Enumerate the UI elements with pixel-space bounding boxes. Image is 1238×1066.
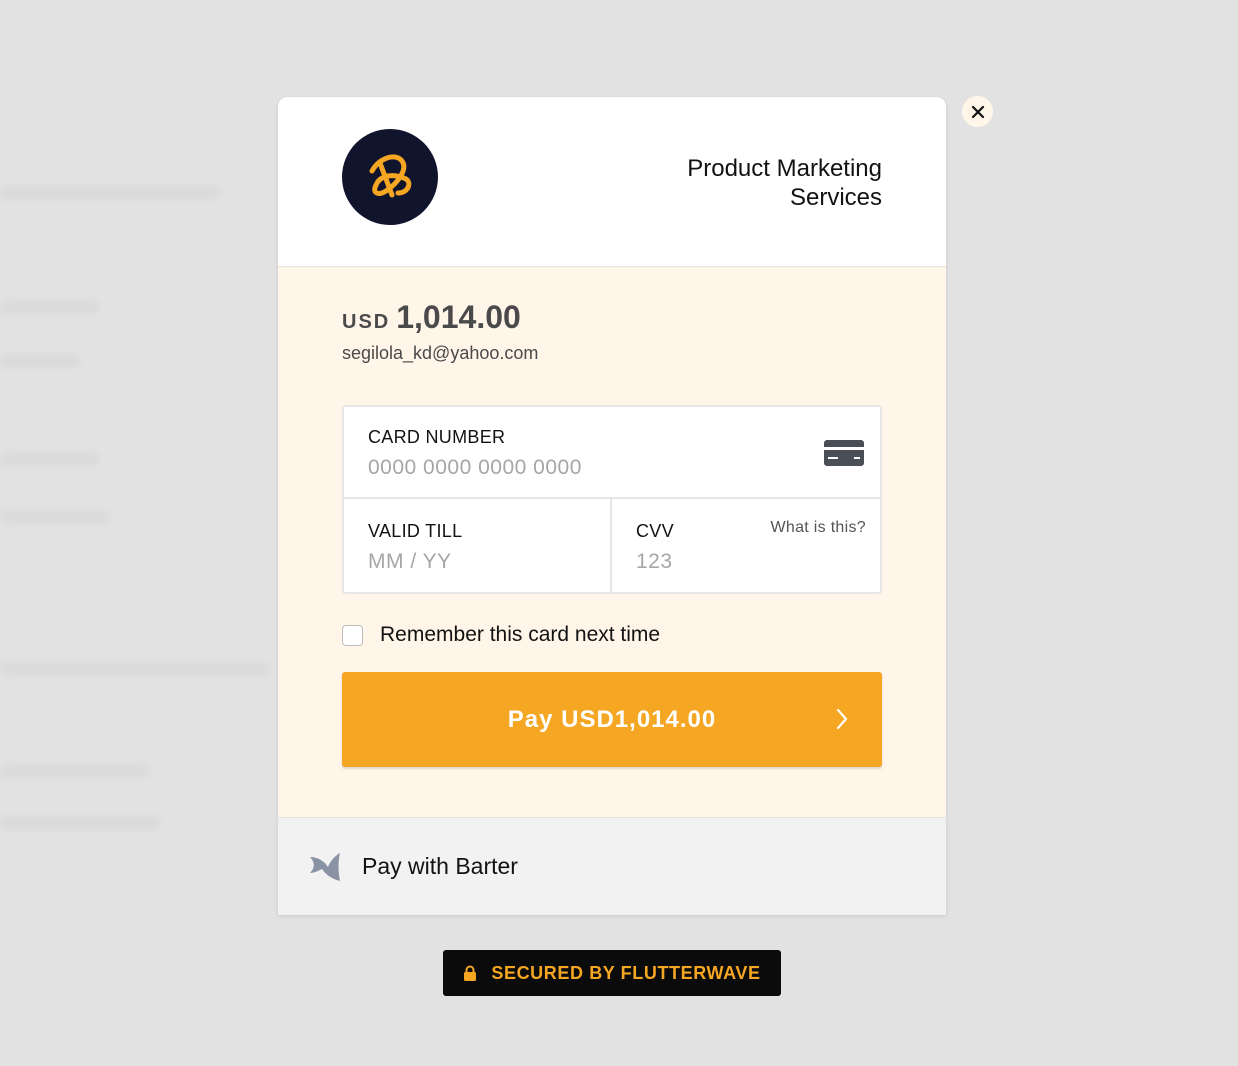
background-text <box>0 816 160 830</box>
card-icon <box>824 440 864 471</box>
chevron-right-icon <box>836 708 848 737</box>
secured-by-label: SECURED BY FLUTTERWAVE <box>491 962 761 983</box>
pay-with-barter-option[interactable]: Pay with Barter <box>278 817 946 915</box>
payment-body: USD 1,014.00 segilola_kd@yahoo.com CARD … <box>278 267 946 817</box>
merchant-logo <box>342 129 438 225</box>
page-backdrop: Product Marketing Services USD 1,014.00 … <box>0 0 1238 1066</box>
secured-by-badge: SECURED BY FLUTTERWAVE <box>443 950 781 996</box>
valid-till-field[interactable]: VALID TILL <box>344 499 612 592</box>
amount-display: USD 1,014.00 <box>342 299 521 336</box>
background-text <box>0 354 80 368</box>
cvv-help-link[interactable]: What is this? <box>771 519 867 537</box>
remember-card-label: Remember this card next time <box>380 623 661 646</box>
pay-button-label: Pay USD1,014.00 <box>507 705 717 733</box>
currency-code: USD <box>342 311 391 333</box>
checkout-modal: Product Marketing Services USD 1,014.00 … <box>278 97 946 915</box>
background-text <box>0 510 110 524</box>
background-text <box>0 300 100 314</box>
close-icon <box>971 105 984 118</box>
pay-with-barter-label: Pay with Barter <box>362 853 518 879</box>
card-number-input[interactable] <box>368 456 788 480</box>
card-details-form: CARD NUMBER VALID TILL <box>342 405 882 594</box>
background-text <box>0 764 150 778</box>
merchant-name: Product Marketing Services <box>687 155 882 211</box>
remember-card-option[interactable]: Remember this card next time <box>342 623 660 647</box>
cvv-field[interactable]: CVV What is this? <box>612 499 880 592</box>
cvv-label: CVV <box>636 521 674 541</box>
barter-icon <box>308 851 342 883</box>
checkout-header: Product Marketing Services <box>278 97 946 267</box>
background-text <box>0 662 270 676</box>
remember-card-checkbox[interactable] <box>342 624 363 646</box>
pay-button[interactable]: Pay USD1,014.00 <box>342 672 882 767</box>
valid-till-label: VALID TILL <box>368 521 463 541</box>
cvv-input[interactable] <box>636 550 836 574</box>
payment-amount: 1,014.00 <box>396 299 521 335</box>
close-button[interactable] <box>962 96 993 127</box>
card-number-label: CARD NUMBER <box>368 427 506 447</box>
background-text <box>0 186 220 200</box>
valid-till-input[interactable] <box>368 550 588 574</box>
customer-email: segilola_kd@yahoo.com <box>342 343 539 363</box>
card-number-field[interactable]: CARD NUMBER <box>344 407 880 499</box>
lock-icon <box>463 965 477 982</box>
background-text <box>0 452 100 466</box>
merchant-logo-icon <box>369 154 412 198</box>
